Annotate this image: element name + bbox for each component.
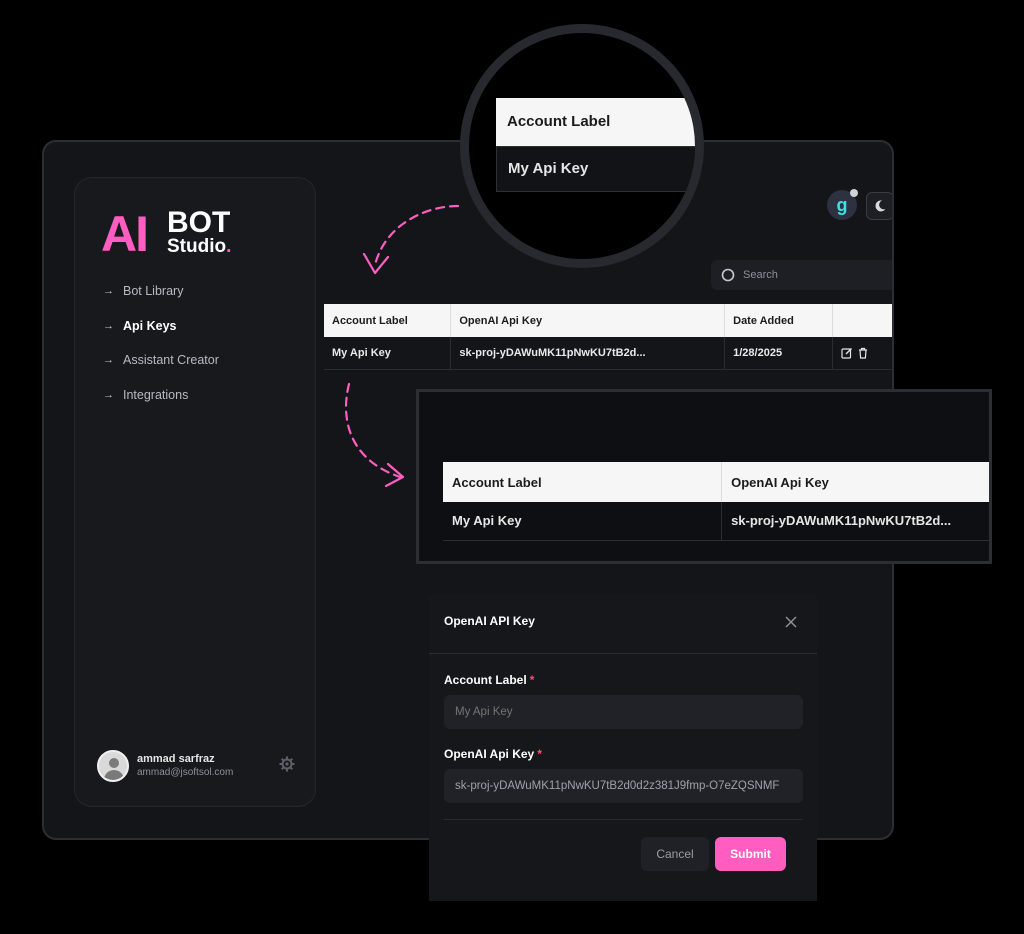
account-label-input[interactable] [444,695,803,729]
cell-date-added: 1/28/2025 [724,337,834,370]
cell-api-key: sk-proj-yDAWuMK11pNwKU7tB2d... [450,337,726,370]
arrow-right-icon: → [103,285,114,298]
required-mark: * [537,747,542,761]
theme-toggle-button[interactable] [866,192,892,220]
cancel-button[interactable]: Cancel [641,837,709,871]
sidebar-item-label: Bot Library [123,284,184,299]
logo-studio: Studio. [167,236,232,257]
footer-divider [444,819,803,820]
search-icon [721,268,735,282]
search-bar[interactable] [711,260,892,290]
zoomed-table: Account Label OpenAI Api Key My Api Key … [443,462,989,541]
arrow-right-icon: → [103,319,114,332]
logo: AI BOT Studio. [101,206,261,262]
avatar [97,750,129,782]
magnified-column-header: Account Label [496,98,695,146]
column-header-actions [832,304,892,337]
zoomed-column-header-openai-api-key: OpenAI Api Key [721,462,989,502]
api-keys-table: Account Label OpenAI Api Key Date Added … [324,304,892,370]
sidebar-item-bot-library[interactable]: → Bot Library [103,274,219,309]
submit-button[interactable]: Submit [715,837,786,871]
sidebar-item-assistant-creator[interactable]: → Assistant Creator [103,343,219,378]
status-dot [850,189,858,197]
sidebar-item-label: Api Keys [123,318,177,333]
zoomed-column-header-account-label: Account Label [443,462,723,502]
close-icon[interactable] [783,614,799,630]
sidebar-item-label: Assistant Creator [123,353,219,368]
table-header-row: Account Label OpenAI Api Key Date Added [324,304,892,337]
sidebar-item-label: Integrations [123,387,189,402]
column-header-account-label[interactable]: Account Label [324,304,452,337]
arrow-right-icon: → [103,354,114,367]
sidebar-nav: → Bot Library → Api Keys → Assistant Cre… [103,274,219,412]
sidebar-item-integrations[interactable]: → Integrations [103,378,219,413]
zoomed-header-row: Account Label OpenAI Api Key [443,462,989,502]
user-icon [109,758,119,768]
header-avatar[interactable]: g [827,189,858,220]
magnifier-callout: Account Label My Api Key [460,24,704,268]
user-icon-body [104,770,124,780]
sidebar: AI BOT Studio. → Bot Library → Api Keys … [74,177,316,807]
cell-actions [832,337,892,370]
arrow-right-icon: → [103,388,114,401]
logo-bot: BOT [167,206,231,239]
avatar-letter: g [836,195,848,215]
modal-title: OpenAI API Key [444,614,535,628]
zoomed-cell-api-key: sk-proj-yDAWuMK11pNwKU7tB2d... [721,502,989,541]
api-key-modal: OpenAI API Key Account Label* OpenAI Api… [429,595,817,901]
magnified-cell: My Api Key [496,146,695,192]
logo-ai: AI [101,206,149,262]
api-key-input[interactable] [444,769,803,803]
user-email: ammad@jsoftsol.com [137,767,234,778]
required-mark: * [529,673,535,687]
trash-icon[interactable] [857,347,869,359]
user-name: ammad sarfraz [137,753,215,765]
row-actions [841,347,892,359]
api-key-field-label: OpenAI Api Key * [444,747,542,761]
user-profile[interactable]: ammad sarfraz ammad@jsoftsol.com [97,750,297,784]
gear-icon[interactable] [277,756,297,776]
moon-icon [875,200,886,212]
modal-divider [429,653,817,654]
column-header-openai-api-key[interactable]: OpenAI Api Key [450,304,726,337]
cell-account-label: My Api Key [324,337,452,370]
column-header-date-added[interactable]: Date Added [724,304,834,337]
search-input[interactable] [743,269,883,281]
table-row: My Api Key sk-proj-yDAWuMK11pNwKU7tB2d..… [443,502,989,541]
zoomed-cell-account-label: My Api Key [443,502,723,541]
account-label-field-label: Account Label * [444,673,535,687]
edit-icon[interactable] [841,347,853,359]
table-row: My Api Key sk-proj-yDAWuMK11pNwKU7tB2d..… [324,337,892,370]
sidebar-item-api-keys[interactable]: → Api Keys [103,309,219,344]
zoomed-table-callout: Account Label OpenAI Api Key My Api Key … [416,389,992,564]
